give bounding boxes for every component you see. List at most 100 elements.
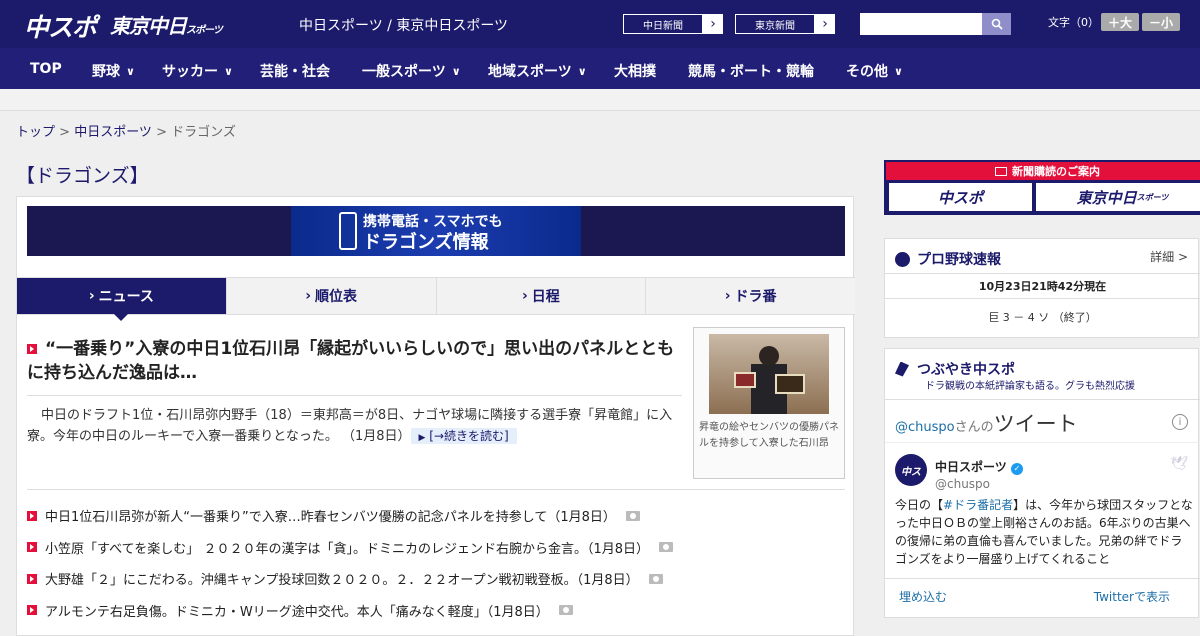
tweet-handle-suffix: さんの: [954, 420, 994, 435]
breadcrumb-top[interactable]: トップ: [16, 125, 55, 140]
nav-keiba[interactable]: 競馬・ボート・競輪: [688, 61, 814, 81]
tweet-divider: [885, 442, 1200, 443]
nav-label: 競馬・ボート・競輪: [688, 64, 814, 80]
chevron-down-icon: ∨: [451, 64, 461, 78]
nav-baseball[interactable]: 野球 ∨: [92, 61, 135, 81]
tweet-handle-link[interactable]: @chuspo: [895, 420, 955, 435]
twitter-bird-icon[interactable]: 🕊: [1170, 456, 1188, 472]
font-smaller-button[interactable]: －小: [1142, 13, 1180, 31]
news-title: 中日1位石川昂弥が新人“一番乗り”で入寮…昨春センバツ優勝の記念パネルを持参して…: [45, 510, 616, 526]
subscribe-chuspo-logo[interactable]: 中スポ: [889, 183, 1032, 211]
avatar[interactable]: 中ス: [895, 454, 927, 486]
tweet-author-account: @chuspo: [935, 477, 991, 491]
tweet-text-1: 今日の【: [895, 498, 944, 512]
tab-label: 日程: [531, 289, 560, 305]
banner-inner: 携帯電話・スマホでも ドラゴンズ情報: [291, 206, 581, 256]
chevron-right-icon: ›: [710, 16, 716, 32]
list-item[interactable]: アルモンテ右足負傷。ドミニカ・Wリーグ途中交代。本人「痛みなく軽度」（1月8日）: [27, 595, 845, 627]
chevron-right-icon: ›: [88, 288, 95, 304]
breadcrumb-current: ドラゴンズ: [171, 125, 236, 140]
nav-label: 地域スポーツ: [488, 64, 572, 80]
tweet-author-name[interactable]: 中日スポーツ ✓: [935, 460, 1023, 475]
pro-baseball-score[interactable]: 巨 3 － 4 ソ （終了）: [885, 309, 1200, 325]
article-marker-icon: [27, 510, 37, 521]
breadcrumb: トップ > 中日スポーツ > ドラゴンズ: [16, 121, 236, 140]
tweet-widget-header: @chuspo さんの ツイート: [895, 408, 1078, 438]
photo-panel-left: [734, 372, 756, 388]
lead-photo-caption: 昇竜の絵やセンバツの優勝パネルを持参して入寮した石川昂: [699, 422, 839, 449]
breadcrumb-sep: >: [151, 125, 172, 140]
news-title: 小笠原「すべてを楽しむ」 ２０２０年の漢字は「貪」。ドミニカのレジェンド右腕から…: [45, 541, 649, 557]
nav-other[interactable]: その他 ∨: [846, 61, 903, 81]
camera-icon: [625, 510, 640, 521]
hashtag-link[interactable]: #ドラ番記者: [943, 498, 1013, 512]
pro-baseball-detail-link[interactable]: 詳細 >: [1150, 248, 1188, 265]
nav-general-sports[interactable]: 一般スポーツ ∨: [362, 61, 461, 81]
nav-top[interactable]: TOP: [30, 61, 62, 77]
tab-news[interactable]: › ニュース: [17, 278, 226, 321]
tab-label: ニュース: [98, 289, 154, 305]
tokyo-shimbun-label: 東京新聞: [735, 14, 815, 34]
subscription-header-text: 新聞購読のご案内: [1012, 165, 1100, 178]
search-input[interactable]: [860, 13, 982, 35]
article-marker-icon: [27, 573, 37, 584]
article-marker-icon: [27, 605, 37, 616]
nav-entertainment[interactable]: 芸能・社会: [260, 61, 330, 81]
verified-icon: ✓: [1010, 463, 1023, 475]
subscribe-tokyo-logo-small: スポーツ: [1136, 192, 1169, 202]
list-item[interactable]: 中日1位石川昂弥が新人“一番乗り”で入寮…昨春センバツ優勝の記念パネルを持参して…: [27, 500, 845, 532]
nav-label: サッカー: [162, 64, 218, 80]
subscription-box[interactable]: 新聞購読のご案内 中スポ 東京中日 スポーツ: [884, 160, 1200, 215]
search-button[interactable]: [982, 13, 1011, 35]
nav-label: 野球: [92, 64, 120, 80]
nav-label: 一般スポーツ: [362, 64, 446, 80]
info-icon[interactable]: i: [1172, 414, 1188, 430]
breadcrumb-sep: >: [55, 125, 75, 140]
breadcrumb-section[interactable]: 中日スポーツ: [74, 125, 152, 140]
tab-schedule[interactable]: › 日程: [435, 278, 646, 314]
nav-local-sports[interactable]: 地域スポーツ ∨: [488, 61, 587, 81]
tweet-view-link[interactable]: Twitterで表示: [1094, 588, 1170, 605]
nav-label: TOP: [30, 61, 62, 77]
lead-article-title-text: “一番乗り”入寮の中日1位石川昂「縁起がいいらしいので」思い出のパネルとともに持…: [27, 339, 675, 383]
camera-icon: [558, 605, 573, 616]
list-item[interactable]: 大野雄「２」にこだわる。沖縄キャンプ投球回数２０２０。２．２２オープン戦初戦登板…: [27, 563, 845, 595]
lead-photo[interactable]: 昇竜の絵やセンバツの優勝パネルを持参して入寮した石川昂: [693, 327, 845, 479]
site-name: 中日スポーツ / 東京中日スポーツ: [299, 18, 509, 34]
nav-sumo[interactable]: 大相撲: [614, 61, 656, 81]
tokyo-shimbun-link[interactable]: 東京新聞 ›: [734, 13, 836, 35]
chevron-down-icon: ∨: [224, 64, 233, 78]
chevron-right-icon: ›: [724, 288, 731, 304]
pro-baseball-box: プロ野球速報 詳細 > 10月23日21時42分現在 巨 3 － 4 ソ （終了…: [884, 238, 1200, 338]
font-bigger-button[interactable]: ＋大: [1101, 13, 1139, 31]
tweet-box: つぶやき中スポ ドラ観戦の本紙評論家も語る。グラも熱烈応援 @chuspo さんの…: [884, 348, 1200, 618]
site-search: [860, 13, 1011, 35]
tab-doraban[interactable]: › ドラ番: [645, 278, 855, 314]
tokyo-chunichi-logo[interactable]: 東京中日スポーツ: [110, 10, 223, 39]
article-marker-icon: [27, 344, 37, 354]
lead-article-title[interactable]: “一番乗り”入寮の中日1位石川昂「縁起がいいらしいので」思い出のパネルとともに持…: [27, 337, 682, 396]
chunichi-sports-logo[interactable]: 中スポ: [24, 8, 97, 42]
subscribe-tokyo-logo[interactable]: 東京中日 スポーツ: [1036, 183, 1200, 211]
phone-icon: [339, 212, 357, 250]
tweet-embed-link[interactable]: 埋め込む: [899, 588, 947, 605]
tweet-author: 中日スポーツ ✓ @chuspo: [935, 456, 1023, 491]
nav-soccer[interactable]: サッカー ∨: [162, 61, 233, 81]
read-more-link[interactable]: ▶ [→続きを読む]: [410, 428, 517, 444]
mobile-banner[interactable]: 携帯電話・スマホでも ドラゴンズ情報: [27, 206, 845, 256]
newspaper-icon: [995, 166, 1007, 176]
chevron-down-icon: ∨: [894, 64, 903, 78]
tweet-title: つぶやき中スポ: [917, 362, 1015, 378]
font-size-label: 文字（0）: [1048, 16, 1099, 29]
section-tabs: › ニュース › 順位表 › 日程 › ドラ番: [17, 277, 855, 321]
list-item[interactable]: 小笠原「すべてを楽しむ」 ２０２０年の漢字は「貪」。ドミニカのレジェンド右腕から…: [27, 532, 845, 564]
chunichi-shimbun-link[interactable]: 中日新聞 ›: [622, 13, 724, 35]
tweet-subtitle: ドラ観戦の本紙評論家も語る。グラも熱烈応援: [925, 381, 1135, 392]
tab-standings[interactable]: › 順位表: [225, 278, 436, 314]
tweet-text: 今日の【#ドラ番記者】は、今年から球団スタッフとなった中日ＯＢの堂上剛裕さんのお…: [895, 496, 1193, 570]
tweet-head: ツイート: [993, 412, 1078, 436]
chevron-down-icon: ∨: [577, 64, 587, 78]
news-title: アルモンテ右足負傷。ドミニカ・Wリーグ途中交代。本人「痛みなく軽度」（1月8日）: [45, 604, 549, 620]
lead-article: “一番乗り”入寮の中日1位石川昂「縁起がいいらしいので」思い出のパネルとともに持…: [27, 337, 682, 448]
nav-label: 芸能・社会: [260, 64, 330, 80]
